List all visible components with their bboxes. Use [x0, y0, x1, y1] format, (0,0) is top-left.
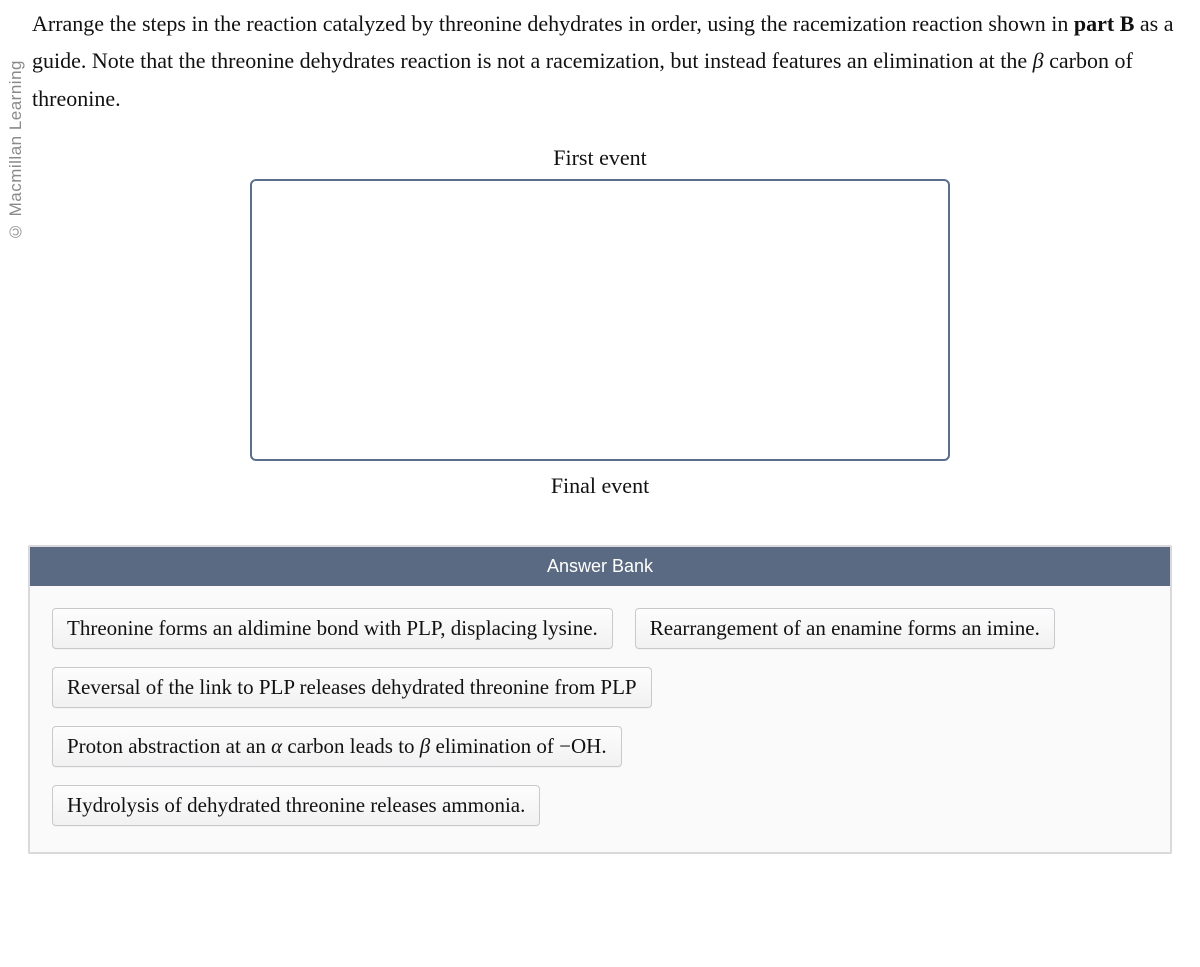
final-event-label: Final event	[28, 473, 1172, 499]
chip-aldimine[interactable]: Threonine forms an aldimine bond with PL…	[52, 608, 613, 649]
chip-text: Proton abstraction at an	[67, 734, 271, 758]
answer-bank-body: Threonine forms an aldimine bond with PL…	[30, 586, 1170, 852]
question-bold: part B	[1074, 11, 1135, 36]
ordering-dropzone[interactable]	[250, 179, 950, 461]
chip-text: elimination of −OH.	[430, 734, 606, 758]
answer-bank: Answer Bank Threonine forms an aldimine …	[28, 545, 1172, 854]
content-area: First event Final event Answer Bank Thre…	[28, 145, 1172, 854]
question-part: Arrange the steps in the reaction cataly…	[32, 11, 1074, 36]
beta-symbol: β	[1033, 48, 1044, 73]
beta-symbol: β	[420, 734, 430, 758]
copyright-sidetext: © Macmillan Learning	[6, 60, 26, 241]
chip-text: carbon leads to	[282, 734, 420, 758]
chip-proton[interactable]: Proton abstraction at an α carbon leads …	[52, 726, 622, 767]
chip-reversal[interactable]: Reversal of the link to PLP releases deh…	[52, 667, 652, 708]
chip-rearrangement[interactable]: Rearrangement of an enamine forms an imi…	[635, 608, 1055, 649]
question-text: Arrange the steps in the reaction cataly…	[32, 5, 1192, 117]
chip-hydrolysis[interactable]: Hydrolysis of dehydrated threonine relea…	[52, 785, 540, 826]
first-event-label: First event	[28, 145, 1172, 171]
answer-bank-header: Answer Bank	[30, 547, 1170, 586]
alpha-symbol: α	[271, 734, 282, 758]
